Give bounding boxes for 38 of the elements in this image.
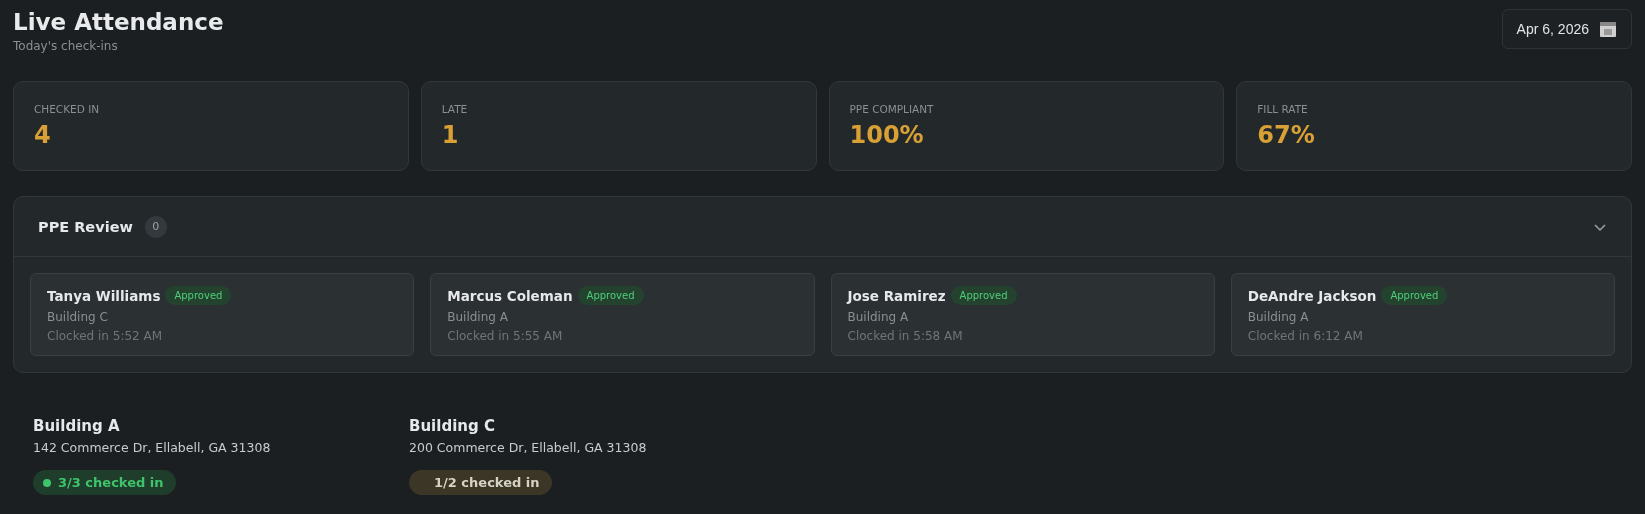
clock-in-time: Clocked in 5:55 AM — [447, 329, 564, 343]
status-dot-icon — [43, 478, 51, 487]
worker-name: DeAndre Jackson — [1247, 287, 1377, 304]
status-badge: Approved — [165, 286, 232, 305]
stat-label: FILL RATE — [1257, 103, 1309, 115]
clock-in-time: Clocked in 5:52 AM — [47, 329, 164, 343]
panel-header[interactable]: PPE Review 0 — [14, 197, 1631, 257]
stat-value: 100% — [849, 121, 925, 149]
page-title: Live Attendance — [13, 9, 224, 35]
worker-building: Building A — [447, 310, 509, 324]
stat-value: 67% — [1257, 121, 1316, 149]
status-badge: Approved — [1381, 286, 1448, 305]
building-address: 142 Commerce Dr, Ellabell, GA 31308 — [33, 440, 272, 455]
checked-in-pill: 1/2 checked in — [409, 470, 552, 495]
stat-label: PPE COMPLIANT — [849, 103, 935, 115]
stat-label: CHECKED IN — [34, 103, 101, 115]
building-name: Building A — [33, 417, 121, 435]
stat-value: 4 — [34, 121, 52, 149]
worker-name: Tanya Williams — [47, 287, 161, 304]
calendar-icon — [1599, 20, 1617, 38]
status-badge: Approved — [577, 286, 644, 305]
worker-building: Building C — [47, 310, 109, 324]
page-subtitle: Today's check-ins — [13, 39, 119, 53]
date-picker[interactable]: Apr 6, 2026 — [1501, 9, 1632, 49]
worker-building: Building A — [847, 310, 910, 324]
building-address: 200 Commerce Dr, Ellabell, GA 31308 — [409, 440, 648, 455]
clock-in-time: Clocked in 6:12 AM — [1247, 329, 1364, 343]
building-name: Building C — [409, 417, 496, 435]
count-badge: 0 — [144, 215, 167, 238]
stat-value: 1 — [441, 121, 460, 149]
status-badge: Approved — [950, 286, 1017, 305]
panel-title: PPE Review — [38, 218, 133, 235]
clock-in-time: Clocked in 5:58 AM — [847, 329, 964, 343]
checked-in-pill: 3/3 checked in — [33, 470, 176, 495]
worker-name: Jose Ramirez — [847, 287, 946, 304]
stat-label: LATE — [441, 103, 469, 115]
worker-name: Marcus Coleman — [447, 287, 573, 304]
worker-building: Building A — [1247, 310, 1310, 324]
